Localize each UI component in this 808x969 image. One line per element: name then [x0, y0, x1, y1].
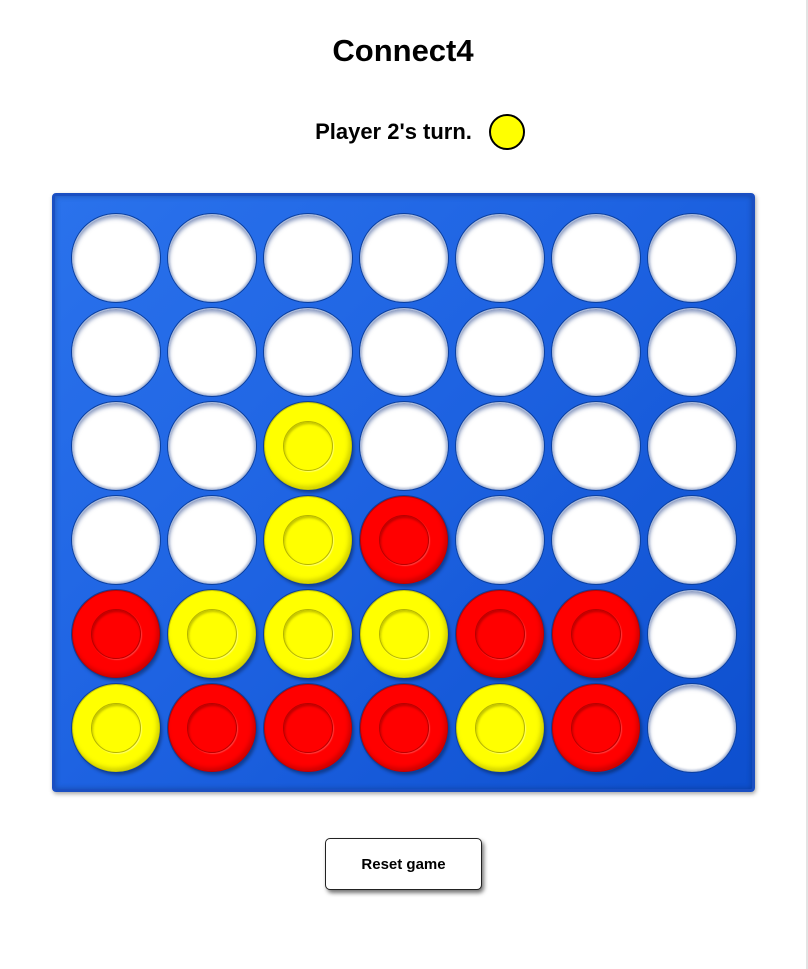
red-disc[interactable]: [360, 684, 448, 772]
disc-inner-ring: [91, 703, 141, 753]
disc-inner-ring: [283, 703, 333, 753]
disc-inner-ring: [283, 515, 333, 565]
empty-slot[interactable]: [168, 214, 256, 302]
empty-slot[interactable]: [648, 214, 736, 302]
yellow-disc[interactable]: [264, 590, 352, 678]
empty-slot[interactable]: [456, 214, 544, 302]
empty-slot[interactable]: [456, 402, 544, 490]
empty-slot[interactable]: [456, 496, 544, 584]
red-disc[interactable]: [168, 684, 256, 772]
disc-inner-ring: [571, 609, 621, 659]
yellow-disc[interactable]: [360, 590, 448, 678]
disc-inner-ring: [283, 421, 333, 471]
disc-inner-ring: [187, 609, 237, 659]
empty-slot[interactable]: [72, 496, 160, 584]
yellow-disc[interactable]: [456, 684, 544, 772]
turn-status-text: Player 2's turn.: [315, 119, 472, 144]
empty-slot[interactable]: [648, 402, 736, 490]
empty-slot[interactable]: [648, 308, 736, 396]
yellow-disc[interactable]: [168, 590, 256, 678]
empty-slot[interactable]: [648, 684, 736, 772]
disc-inner-ring: [379, 703, 429, 753]
page-title: Connect4: [332, 33, 474, 68]
empty-slot[interactable]: [360, 402, 448, 490]
game-board: [52, 193, 755, 792]
turn-status: Player 2's turn.: [0, 112, 806, 152]
empty-slot[interactable]: [552, 496, 640, 584]
empty-slot[interactable]: [360, 308, 448, 396]
disc-inner-ring: [475, 609, 525, 659]
yellow-disc[interactable]: [264, 402, 352, 490]
red-disc[interactable]: [456, 590, 544, 678]
empty-slot[interactable]: [168, 402, 256, 490]
empty-slot[interactable]: [648, 590, 736, 678]
reset-game-button[interactable]: Reset game: [325, 838, 482, 890]
current-player-chip: [488, 114, 525, 150]
red-disc[interactable]: [552, 590, 640, 678]
red-disc[interactable]: [360, 496, 448, 584]
empty-slot[interactable]: [72, 308, 160, 396]
empty-slot[interactable]: [648, 496, 736, 584]
disc-inner-ring: [379, 609, 429, 659]
disc-inner-ring: [475, 703, 525, 753]
yellow-disc[interactable]: [72, 684, 160, 772]
empty-slot[interactable]: [72, 402, 160, 490]
empty-slot[interactable]: [72, 214, 160, 302]
red-disc[interactable]: [72, 590, 160, 678]
red-disc[interactable]: [264, 684, 352, 772]
empty-slot[interactable]: [168, 308, 256, 396]
disc-inner-ring: [379, 515, 429, 565]
red-disc[interactable]: [552, 684, 640, 772]
empty-slot[interactable]: [168, 496, 256, 584]
disc-inner-ring: [571, 703, 621, 753]
disc-inner-ring: [283, 609, 333, 659]
empty-slot[interactable]: [552, 402, 640, 490]
empty-slot[interactable]: [264, 214, 352, 302]
empty-slot[interactable]: [264, 308, 352, 396]
empty-slot[interactable]: [360, 214, 448, 302]
empty-slot[interactable]: [456, 308, 544, 396]
disc-inner-ring: [187, 703, 237, 753]
empty-slot[interactable]: [552, 308, 640, 396]
empty-slot[interactable]: [552, 214, 640, 302]
disc-inner-ring: [91, 609, 141, 659]
yellow-disc[interactable]: [264, 496, 352, 584]
